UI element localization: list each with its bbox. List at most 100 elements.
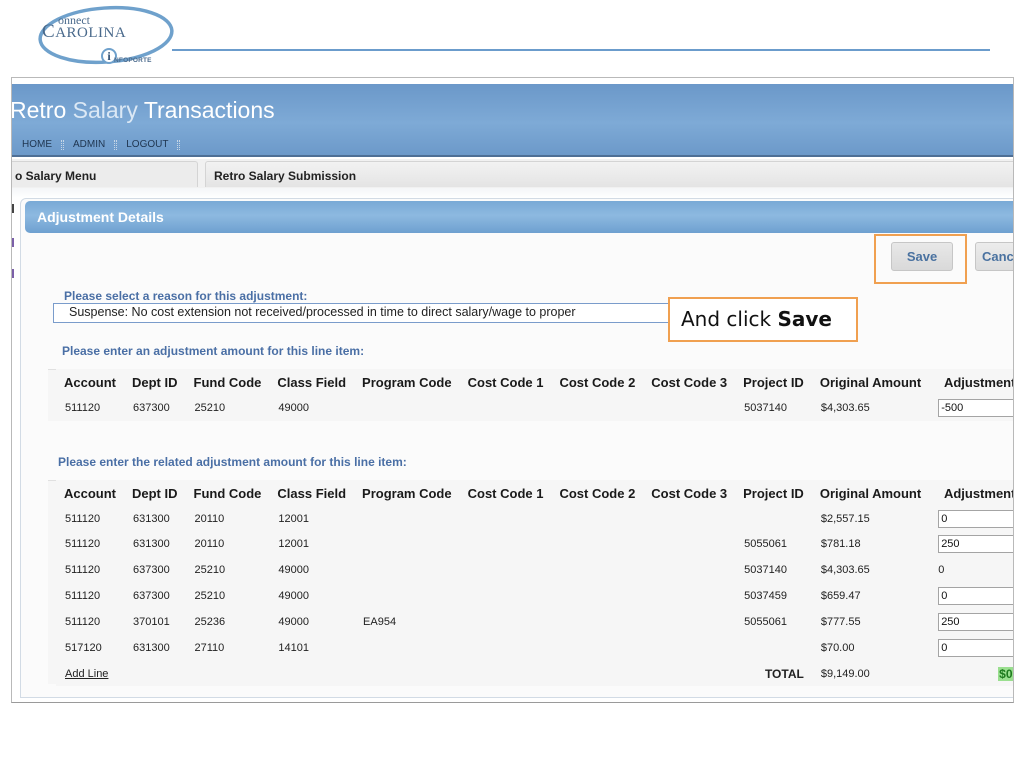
related-label: Please enter the related adjustment amou… [58, 455, 407, 469]
cell-fund-code: 25210 [194, 590, 226, 602]
col-cost-code-3: Cost Code 3 [651, 374, 728, 390]
cell-cost-code-3 [643, 609, 735, 635]
related-row: 517120 631300 27110 14101 $70.00 [56, 635, 1013, 661]
col-program-code: Program Code [362, 485, 452, 501]
reason-label: Please select a reason for this adjustme… [64, 289, 308, 303]
add-line-link[interactable]: Add Line [65, 668, 108, 680]
cell-cost-code-1 [460, 557, 552, 583]
cell-program-code [354, 395, 460, 420]
adjustment-input[interactable] [938, 535, 1013, 553]
app-header: Retro Salary Transactions HOME ADMIN LOG… [12, 84, 1013, 157]
cell-account: 511120 [65, 590, 101, 602]
cell-project-id [735, 506, 812, 531]
obscured-glyph [12, 204, 14, 213]
cell-cost-code-3 [643, 395, 735, 420]
col-project-id: Project ID [743, 374, 804, 390]
cell-cost-code-1 [460, 635, 552, 661]
cell-cost-code-2 [551, 583, 643, 609]
col-cost-code-2: Cost Code 2 [559, 374, 636, 390]
cell-original-amount: $659.47 [820, 590, 861, 602]
adjustment-input[interactable] [938, 398, 1013, 417]
related-header-row: Account Dept ID Fund Code Class Field Pr… [56, 480, 1014, 506]
col-adjustment: Adjustment [943, 485, 1014, 501]
col-account: Account [64, 485, 116, 501]
cell-cost-code-1 [460, 609, 552, 635]
nav-home-link[interactable]: HOME [22, 139, 52, 150]
cell-account: 511120 [65, 538, 101, 550]
cell-cost-code-2 [551, 609, 643, 635]
cell-original-amount: $781.18 [820, 538, 861, 550]
nav-logout-link[interactable]: LOGOUT [126, 139, 168, 150]
adjustment-input[interactable] [938, 613, 1013, 631]
screenshot-frame: Retro Salary Transactions HOME ADMIN LOG… [11, 77, 1014, 703]
logo-infoporte-text: NFOPORTE [114, 57, 152, 64]
cell-class-field: 49000 [278, 590, 309, 602]
col-original-amount: Original Amount [819, 485, 922, 501]
cell-program-code [354, 506, 460, 531]
cell-dept-id: 370101 [133, 616, 170, 628]
cell-dept-id: 637300 [133, 590, 170, 602]
cell-adjustment [929, 531, 1013, 557]
col-dept-id: Dept ID [132, 374, 178, 390]
cancel-button[interactable]: Canc [975, 242, 1013, 271]
line-item-label: Please enter an adjustment amount for th… [62, 344, 365, 358]
cell-original-amount: $777.55 [820, 616, 861, 628]
related-table: Account Dept ID Fund Code Class Field Pr… [56, 480, 1014, 686]
obscured-glyph [12, 238, 14, 247]
cell-cost-code-1 [460, 395, 552, 420]
cell-fund-code: 20110 [194, 538, 225, 550]
related-row: 511120 637300 25210 49000 5037140 $4,303.65 0 [56, 557, 1013, 583]
cell-fund-code: 25236 [194, 616, 226, 628]
cell-cost-code-2 [551, 395, 643, 420]
cell-cost-code-3 [643, 506, 735, 531]
cell-cost-code-3 [643, 531, 735, 557]
obscured-glyph [12, 269, 14, 278]
related-row: 511120 370101 25236 49000 EA954 5055061 $777.5… [56, 609, 1013, 635]
reason-select[interactable]: Suspense: No cost extension not received… [53, 303, 673, 323]
related-row: 511120 637300 25210 49000 5037459 $659.47 [56, 583, 1013, 609]
cell-cost-code-3 [643, 557, 735, 583]
adjustment-input[interactable] [938, 509, 1013, 528]
nav-separator [177, 139, 181, 150]
cell-original-amount: $70.00 [820, 642, 855, 654]
tab-retro-salary-submission[interactable]: Retro Salary Submission [205, 161, 1013, 187]
col-original-amount: Original Amount [819, 374, 922, 390]
cell-class-field: 12001 [278, 512, 309, 525]
col-project-id: Project ID [743, 485, 804, 501]
cell-cost-code-2 [551, 635, 643, 661]
cell-fund-code: 20110 [194, 512, 225, 525]
cell-dept-id: 631300 [133, 642, 170, 654]
cell-cost-code-3 [643, 583, 735, 609]
cell-program-code [354, 531, 460, 557]
cell-class-field: 49000 [278, 616, 309, 628]
cell-cost-code-2 [551, 557, 643, 583]
col-dept-id: Dept ID [132, 485, 178, 501]
adjustment-input[interactable] [938, 587, 1013, 605]
cell-program-code [354, 557, 460, 583]
col-adjustment: Adjustment [943, 374, 1014, 390]
cell-class-field: 14101 [278, 642, 309, 654]
cell-adjustment: 0 [929, 557, 1013, 583]
total-row: Add Line TOTAL $9,149.00 $0.00 [56, 661, 1013, 686]
cell-original-amount: $4,303.65 [820, 564, 870, 576]
nav-admin-link[interactable]: ADMIN [73, 139, 105, 150]
adjustment-input[interactable] [938, 639, 1013, 657]
nav-separator [114, 139, 118, 150]
cell-project-id: 5037140 [744, 401, 787, 414]
cell-cost-code-2 [551, 531, 643, 557]
col-cost-code-1: Cost Code 1 [467, 374, 544, 390]
total-original-amount: $9,149.00 [820, 667, 870, 680]
col-class-field: Class Field [277, 374, 347, 390]
cell-cost-code-1 [460, 583, 552, 609]
tab-salary-menu[interactable]: o Salary Menu [12, 161, 198, 187]
cell-account: 511120 [65, 616, 101, 628]
nav-separator [61, 139, 64, 150]
connectcarolina-logo: onnect CAROLINA i NFOPORTE [36, 4, 176, 68]
line-item-header-row: Account Dept ID Fund Code Class Field Pr… [56, 369, 1014, 395]
cell-adjustment [929, 506, 1013, 531]
cell-fund-code: 25210 [194, 564, 226, 576]
header-divider [172, 49, 990, 51]
cell-fund-code: 27110 [194, 642, 225, 654]
cell-dept-id: 637300 [133, 401, 170, 414]
app-nav: HOME ADMIN LOGOUT [22, 139, 183, 150]
